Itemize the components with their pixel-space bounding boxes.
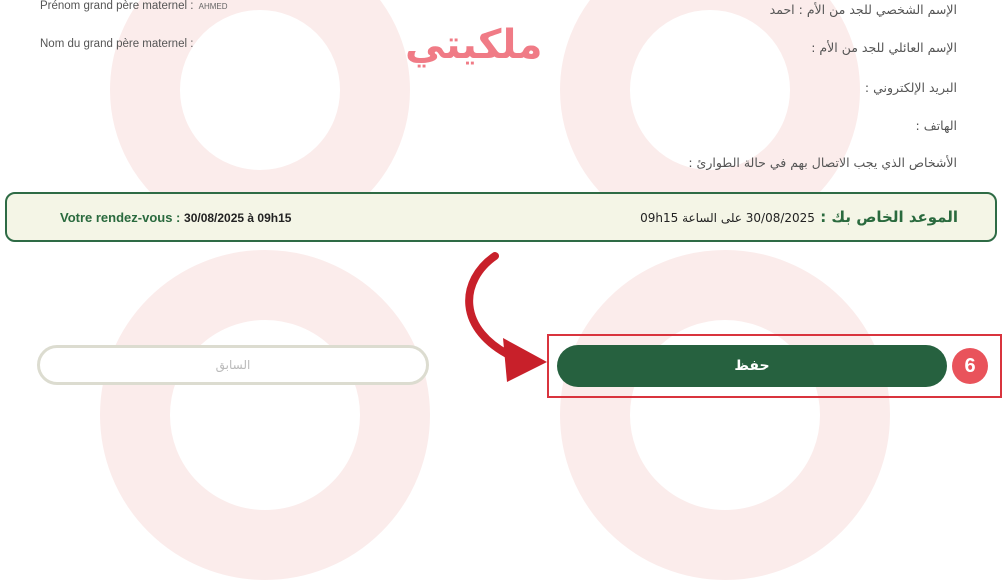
appointment-bar: Votre rendez-vous : 30/08/2025 à 09h15 ا…: [5, 192, 997, 242]
grandfather-first-name-ar: الإسم الشخصي للجد من الأم : احمد: [769, 2, 957, 17]
watermark-shape: [100, 250, 430, 580]
grandfather-first-name-fr: Prénom grand père maternel : AHMED: [40, 0, 228, 12]
emergency-contacts-ar: الأشخاص الذي يجب الاتصال بهم في حالة الط…: [688, 155, 957, 170]
previous-button[interactable]: السابق: [37, 345, 429, 385]
appointment-ar-label: الموعد الخاص بك :: [820, 208, 958, 226]
phone-field-ar: الهاتف :: [915, 118, 957, 133]
appointment-fr: Votre rendez-vous : 30/08/2025 à 09h15: [60, 210, 291, 225]
field-label: Prénom grand père maternel :: [40, 0, 194, 12]
save-button[interactable]: حفظ: [557, 345, 947, 387]
grandfather-last-name-ar: الإسم العائلي للجد من الأم :: [811, 40, 957, 55]
appointment-fr-label: Votre rendez-vous :: [60, 210, 181, 225]
appointment-fr-value: 30/08/2025 à 09h15: [184, 211, 292, 225]
field-value: AHMED: [198, 2, 228, 11]
step-badge: 6: [952, 348, 988, 384]
grandfather-last-name-fr: Nom du grand père maternel :: [40, 38, 194, 50]
site-logo: ملكيتي: [405, 22, 543, 68]
watermark-shape: [560, 250, 890, 580]
appointment-ar-value: 30/08/2025 على الساعة 09h15: [640, 211, 815, 225]
appointment-ar: الموعد الخاص بك : 30/08/2025 على الساعة …: [640, 208, 958, 226]
email-field-ar: البريد الإلكتروني :: [864, 80, 957, 95]
